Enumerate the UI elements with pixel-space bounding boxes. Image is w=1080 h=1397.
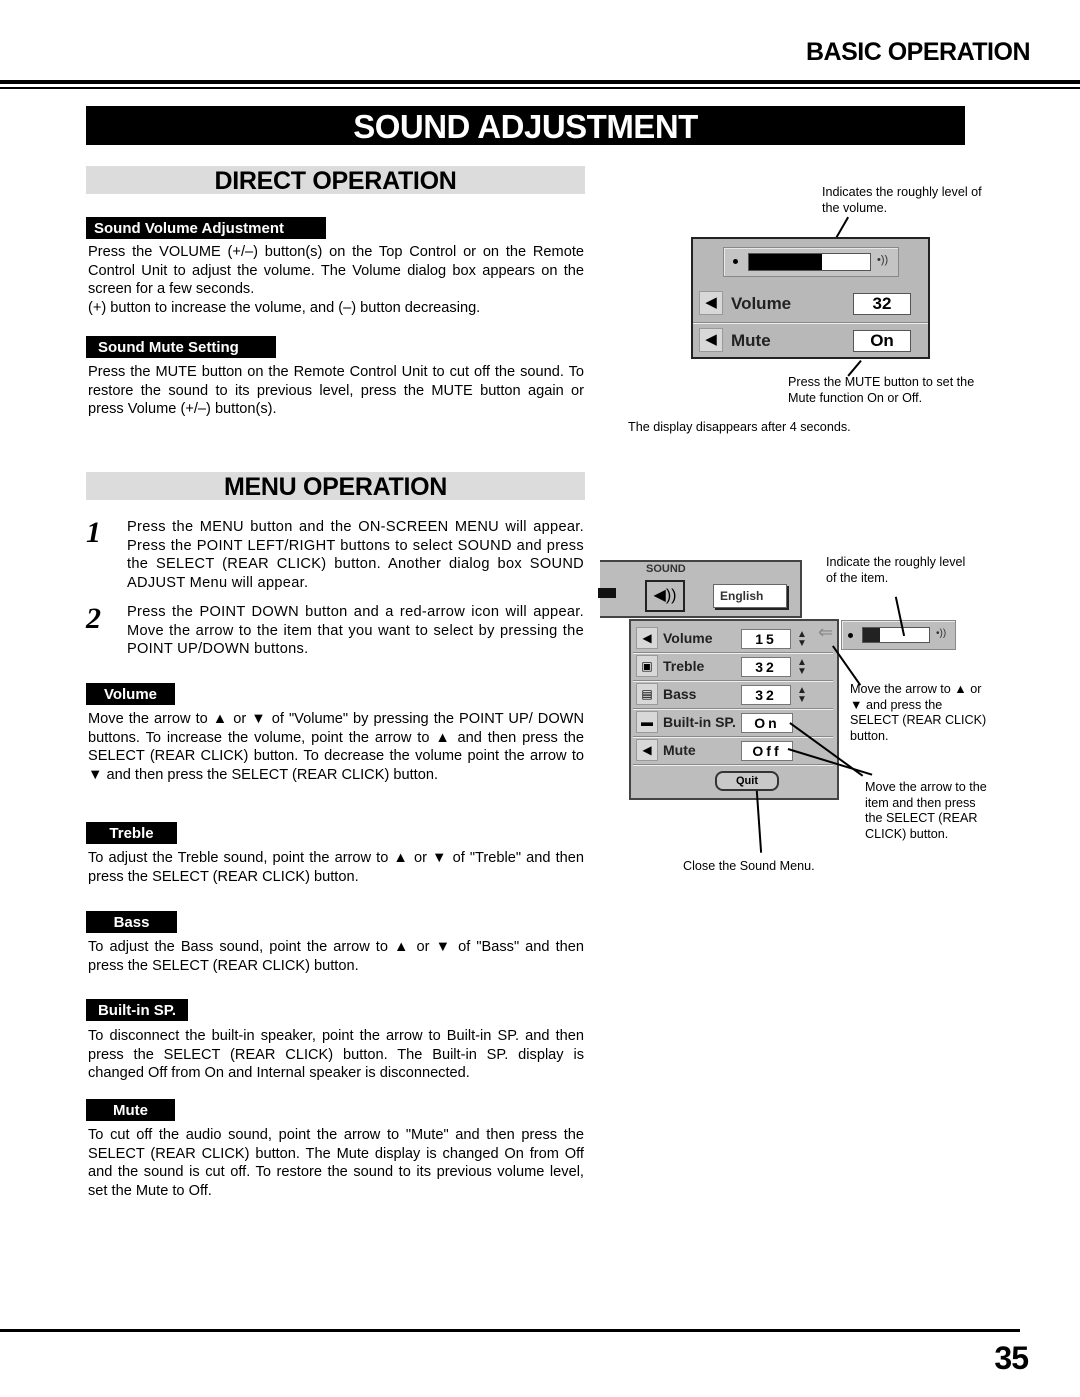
min-volume-dot-icon xyxy=(733,259,738,264)
display-timeout-note: The display disappears after 4 seconds. xyxy=(628,420,851,434)
menu-operation-heading: MENU OPERATION xyxy=(86,472,585,501)
volume-item-text: Move the arrow to ▲ or ▼ of "Volume" by … xyxy=(88,710,584,784)
step-1-text: Press the MENU button and the ON-SCREEN … xyxy=(127,518,584,592)
item-level-frame: •)) xyxy=(841,620,956,650)
volume-adjustment-text: Press the VOLUME (+/–) button(s) on the … xyxy=(88,243,584,317)
mute-item-text: To cut off the audio sound, point the ar… xyxy=(88,1126,584,1200)
red-arrow-pointer-icon: ⇐ xyxy=(818,622,834,642)
quit-note: Close the Sound Menu. xyxy=(683,859,815,873)
step-1-paragraph: Press the MENU button and the ON-SCREEN … xyxy=(127,519,584,591)
callout-line xyxy=(847,359,862,377)
speaker-icon: ◀ xyxy=(636,627,658,649)
volume-item-label: Volume xyxy=(86,683,175,705)
menu-row-label: Treble xyxy=(663,658,705,674)
bass-icon: ▤ xyxy=(636,683,658,705)
mute-setting-text: Press the MUTE button on the Remote Cont… xyxy=(88,363,584,419)
page-title: SOUND ADJUSTMENT xyxy=(86,106,965,145)
builtin-sp-item-text: To disconnect the built-in speaker, poin… xyxy=(88,1027,584,1083)
volume-level-note: Indicates the roughly level of the volum… xyxy=(822,185,982,215)
sound-adjust-menu: ◀ Volume 15 ▲ ▼ ▣ Treble 32 ▲ ▼ ▤ Bass 32 ▲ ▼ ▬ Built-in… xyxy=(629,619,839,800)
builtin-sp-item-paragraph: To disconnect the built-in speaker, poin… xyxy=(88,1028,584,1082)
speaker-mute-icon: ◀ xyxy=(699,328,723,352)
volume-level-bar xyxy=(748,253,871,271)
quit-button[interactable]: Quit xyxy=(715,771,779,791)
treble-item-label: Treble xyxy=(86,822,177,844)
volume-label: Volume xyxy=(731,294,792,313)
menu-row-label: Bass xyxy=(663,686,697,702)
item-level-fill xyxy=(863,628,880,642)
sound-volume-adjustment-label: Sound Volume Adjustment xyxy=(86,217,326,239)
section-header-title: BASIC OPERATION xyxy=(806,38,1031,66)
menu-row-label: Mute xyxy=(663,742,696,758)
menu-row-value: Off xyxy=(741,741,793,761)
select-instruction-note: Move the arrow to the item and then pres… xyxy=(865,780,987,841)
menu-row[interactable]: ▣ Treble 32 ▲ ▼ xyxy=(631,653,837,682)
volume-dialog: •)) ◀ Volume 32 ◀ Mute On xyxy=(691,237,930,359)
volume-adjustment-paragraph: Press the VOLUME (+/–) button(s) on the … xyxy=(88,244,584,298)
menu-row[interactable]: ◀ Volume 15 ▲ ▼ xyxy=(631,625,837,654)
treble-icon: ▣ xyxy=(636,655,658,677)
up-down-arrows-icon[interactable]: ▲ ▼ xyxy=(795,630,809,649)
volume-adjustment-paragraph-2: (+) button to increase the volume, and (… xyxy=(88,299,481,316)
mute-item-paragraph: To cut off the audio sound, point the ar… xyxy=(88,1127,584,1199)
mute-setting-paragraph: Press the MUTE button on the Remote Cont… xyxy=(88,364,584,418)
up-down-arrows-icon[interactable]: ▲ ▼ xyxy=(795,658,809,677)
footer-rule xyxy=(0,1329,1020,1332)
step-2-paragraph: Press the POINT DOWN button and a red-ar… xyxy=(127,604,584,658)
sound-mute-setting-label: Sound Mute Setting xyxy=(86,336,276,358)
builtin-sp-item-label: Built-in SP. xyxy=(86,999,188,1021)
max-volume-icon: •)) xyxy=(877,254,889,266)
mute-item-label: Mute xyxy=(86,1099,175,1121)
menu-row-label: Built-in SP. xyxy=(663,714,736,730)
menu-row[interactable]: ▤ Bass 32 ▲ ▼ xyxy=(631,681,837,710)
treble-item-paragraph: To adjust the Treble sound, point the ar… xyxy=(88,850,584,885)
menu-row-label: Volume xyxy=(663,630,713,646)
menu-row-value: 32 xyxy=(741,657,791,677)
direct-operation-heading: DIRECT OPERATION xyxy=(86,166,585,195)
callout-line xyxy=(756,790,763,853)
bass-item-paragraph: To adjust the Bass sound, point the arro… xyxy=(88,939,584,974)
speaker-mute-icon: ◀ xyxy=(636,739,658,761)
volume-level-frame: •)) xyxy=(723,247,899,277)
arrow-instruction-note: Move the arrow to ▲ or ▼ and press the S… xyxy=(850,682,987,743)
volume-level-fill xyxy=(749,254,822,270)
mute-value: On xyxy=(853,330,911,352)
volume-value: 32 xyxy=(853,293,911,315)
header-rule-thin xyxy=(0,87,1080,89)
builtin-speaker-icon: ▬ xyxy=(636,711,658,733)
sound-menu-title: SOUND xyxy=(646,563,686,575)
menu-row[interactable]: ◀ Mute Off xyxy=(631,737,837,766)
bass-item-label: Bass xyxy=(86,911,177,933)
mute-note: Press the MUTE button to set the Mute fu… xyxy=(788,375,975,405)
step-number-1: 1 xyxy=(86,516,101,549)
language-menu-item[interactable]: English xyxy=(713,584,787,608)
speaker-icon: ◀ xyxy=(699,291,723,315)
item-level-note: Indicate the roughly level of the item. xyxy=(826,555,966,585)
menu-row-value: 15 xyxy=(741,629,791,649)
max-level-icon: •)) xyxy=(936,628,947,639)
up-down-arrows-icon[interactable]: ▲ ▼ xyxy=(795,686,809,705)
header-rule xyxy=(0,80,1080,84)
callout-line xyxy=(835,216,849,239)
menu-row-value: On xyxy=(741,713,793,733)
dialog-separator xyxy=(693,322,928,324)
bass-item-text: To adjust the Bass sound, point the arro… xyxy=(88,938,584,975)
item-level-bar xyxy=(862,627,930,643)
row-separator xyxy=(633,764,833,766)
step-number-2: 2 xyxy=(86,602,101,635)
sound-menu-icon[interactable]: ◀)) xyxy=(645,580,685,612)
menu-row-value: 32 xyxy=(741,685,791,705)
volume-item-paragraph: Move the arrow to ▲ or ▼ of "Volume" by … xyxy=(88,711,584,783)
treble-item-text: To adjust the Treble sound, point the ar… xyxy=(88,849,584,886)
previous-menu-icon xyxy=(598,588,616,598)
step-2-text: Press the POINT DOWN button and a red-ar… xyxy=(127,603,584,659)
min-level-dot-icon xyxy=(848,633,853,638)
page-number: 35 xyxy=(994,1340,1029,1376)
on-screen-top-menu: SOUND ◀)) English xyxy=(598,560,802,618)
mute-label: Mute xyxy=(731,331,771,350)
